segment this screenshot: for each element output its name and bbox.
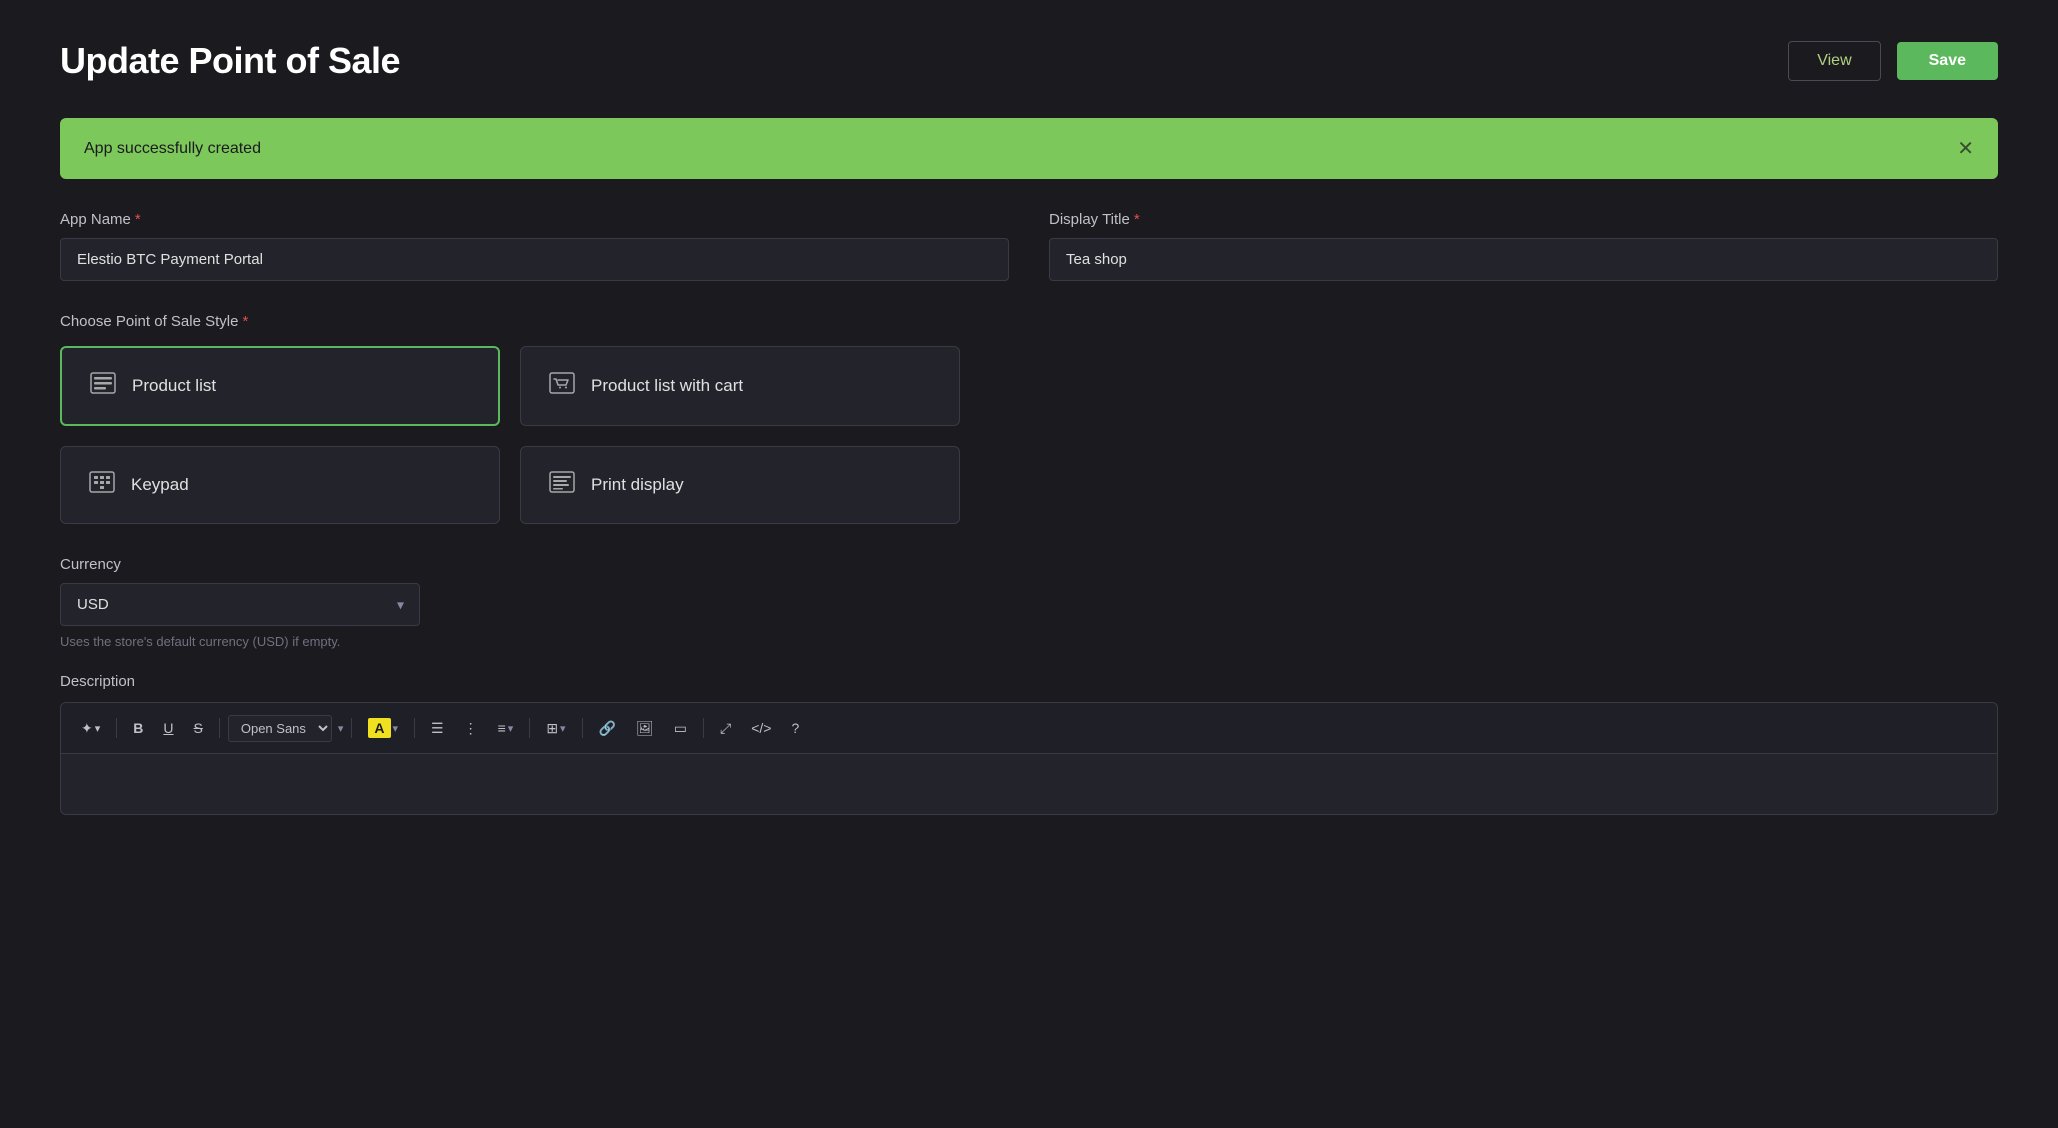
toolbar-align-button[interactable]: ≡ ▾ xyxy=(490,715,522,741)
toolbar-code-button[interactable]: </> xyxy=(743,715,779,741)
list-unordered-icon: ☰ xyxy=(431,720,444,737)
fullscreen-icon: ⤢ xyxy=(720,720,731,737)
description-editor-body[interactable] xyxy=(61,754,1997,814)
description-section: Description ✦ ▾ B U S Open Sans ▾ xyxy=(60,673,1998,815)
bold-icon: B xyxy=(133,720,143,736)
link-icon: 🔗 xyxy=(599,720,616,737)
pos-option-product-list-cart[interactable]: Product list with cart xyxy=(520,346,960,426)
save-button[interactable]: Save xyxy=(1897,42,1998,80)
page-header: Update Point of Sale View Save xyxy=(60,40,1998,82)
toolbar-list-ordered-button[interactable]: ⋮ xyxy=(456,715,486,742)
pos-option-product-list-label: Product list xyxy=(132,376,216,396)
success-banner: App successfully created ✕ xyxy=(60,118,1998,179)
pos-style-required: * xyxy=(242,313,248,330)
pos-option-print-display[interactable]: Print display xyxy=(520,446,960,524)
toolbar-magic-button[interactable]: ✦ ▾ xyxy=(73,715,108,742)
list-ordered-icon: ⋮ xyxy=(464,720,478,737)
image-icon: 🖼 xyxy=(636,720,654,737)
font-select[interactable]: Open Sans xyxy=(228,715,332,742)
toolbar-sep-2 xyxy=(219,718,220,738)
display-title-required: * xyxy=(1134,211,1140,228)
help-icon: ? xyxy=(791,720,799,736)
table-chevron-icon: ▾ xyxy=(560,722,566,735)
toolbar-sep-5 xyxy=(529,718,530,738)
embed-icon: ▭ xyxy=(674,720,687,737)
display-title-group: Display Title* xyxy=(1049,211,1998,281)
highlight-icon: A xyxy=(368,718,390,738)
pos-option-print-display-label: Print display xyxy=(591,475,684,495)
display-title-input[interactable] xyxy=(1049,238,1998,281)
magic-icon: ✦ xyxy=(81,720,93,737)
product-list-cart-icon xyxy=(549,372,575,400)
toolbar-sep-1 xyxy=(116,718,117,738)
banner-close-button[interactable]: ✕ xyxy=(1957,136,1974,161)
pos-style-grid: Product list Product list with cart xyxy=(60,346,960,524)
currency-select[interactable]: USD EUR GBP xyxy=(60,583,420,626)
toolbar-fullscreen-button[interactable]: ⤢ xyxy=(712,715,739,742)
pos-option-keypad-label: Keypad xyxy=(131,475,189,495)
keypad-icon xyxy=(89,471,115,499)
font-chevron-icon: ▾ xyxy=(338,722,344,735)
highlight-chevron-icon: ▾ xyxy=(393,722,399,735)
product-list-icon xyxy=(90,372,116,400)
toolbar-highlight-button[interactable]: A ▾ xyxy=(360,713,406,743)
pos-style-section: Choose Point of Sale Style* Product list xyxy=(60,313,1998,524)
app-name-input[interactable] xyxy=(60,238,1009,281)
toolbar-strikethrough-button[interactable]: S xyxy=(186,715,211,741)
app-name-required: * xyxy=(135,211,141,228)
toolbar-image-button[interactable]: 🖼 xyxy=(628,715,662,742)
toolbar-sep-3 xyxy=(351,718,352,738)
currency-section: Currency USD EUR GBP ▾ Uses the store's … xyxy=(60,556,420,649)
description-label: Description xyxy=(60,673,1998,690)
pos-option-keypad[interactable]: Keypad xyxy=(60,446,500,524)
toolbar-bold-button[interactable]: B xyxy=(125,715,151,741)
align-icon: ≡ xyxy=(498,720,506,736)
code-icon: </> xyxy=(751,720,771,736)
currency-label: Currency xyxy=(60,556,420,573)
app-name-label: App Name* xyxy=(60,211,1009,228)
currency-hint: Uses the store's default currency (USD) … xyxy=(60,634,420,649)
toolbar-list-unordered-button[interactable]: ☰ xyxy=(423,715,452,742)
toolbar-sep-7 xyxy=(703,718,704,738)
toolbar-sep-4 xyxy=(414,718,415,738)
display-title-label: Display Title* xyxy=(1049,211,1998,228)
table-icon: ⊞ xyxy=(546,720,558,737)
strikethrough-icon: S xyxy=(194,720,203,736)
name-title-row: App Name* Display Title* xyxy=(60,211,1998,281)
editor-toolbar: ✦ ▾ B U S Open Sans ▾ A ▾ xyxy=(61,703,1997,754)
underline-icon: U xyxy=(163,720,173,736)
editor-container: ✦ ▾ B U S Open Sans ▾ A ▾ xyxy=(60,702,1998,815)
pos-style-label: Choose Point of Sale Style* xyxy=(60,313,1998,330)
toolbar-magic-chevron: ▾ xyxy=(95,722,101,735)
toolbar-embed-button[interactable]: ▭ xyxy=(666,715,695,742)
pos-option-product-list[interactable]: Product list xyxy=(60,346,500,426)
view-button[interactable]: View xyxy=(1788,41,1880,81)
app-name-group: App Name* xyxy=(60,211,1009,281)
pos-option-product-list-cart-label: Product list with cart xyxy=(591,376,743,396)
toolbar-table-button[interactable]: ⊞ ▾ xyxy=(538,715,573,742)
toolbar-sep-6 xyxy=(582,718,583,738)
print-display-icon xyxy=(549,471,575,499)
toolbar-underline-button[interactable]: U xyxy=(155,715,181,741)
currency-select-wrapper: USD EUR GBP ▾ xyxy=(60,583,420,626)
banner-message: App successfully created xyxy=(84,140,261,158)
header-actions: View Save xyxy=(1788,41,1998,81)
page-title: Update Point of Sale xyxy=(60,40,400,82)
toolbar-link-button[interactable]: 🔗 xyxy=(591,715,624,742)
align-chevron-icon: ▾ xyxy=(508,722,514,735)
toolbar-help-button[interactable]: ? xyxy=(783,715,807,741)
